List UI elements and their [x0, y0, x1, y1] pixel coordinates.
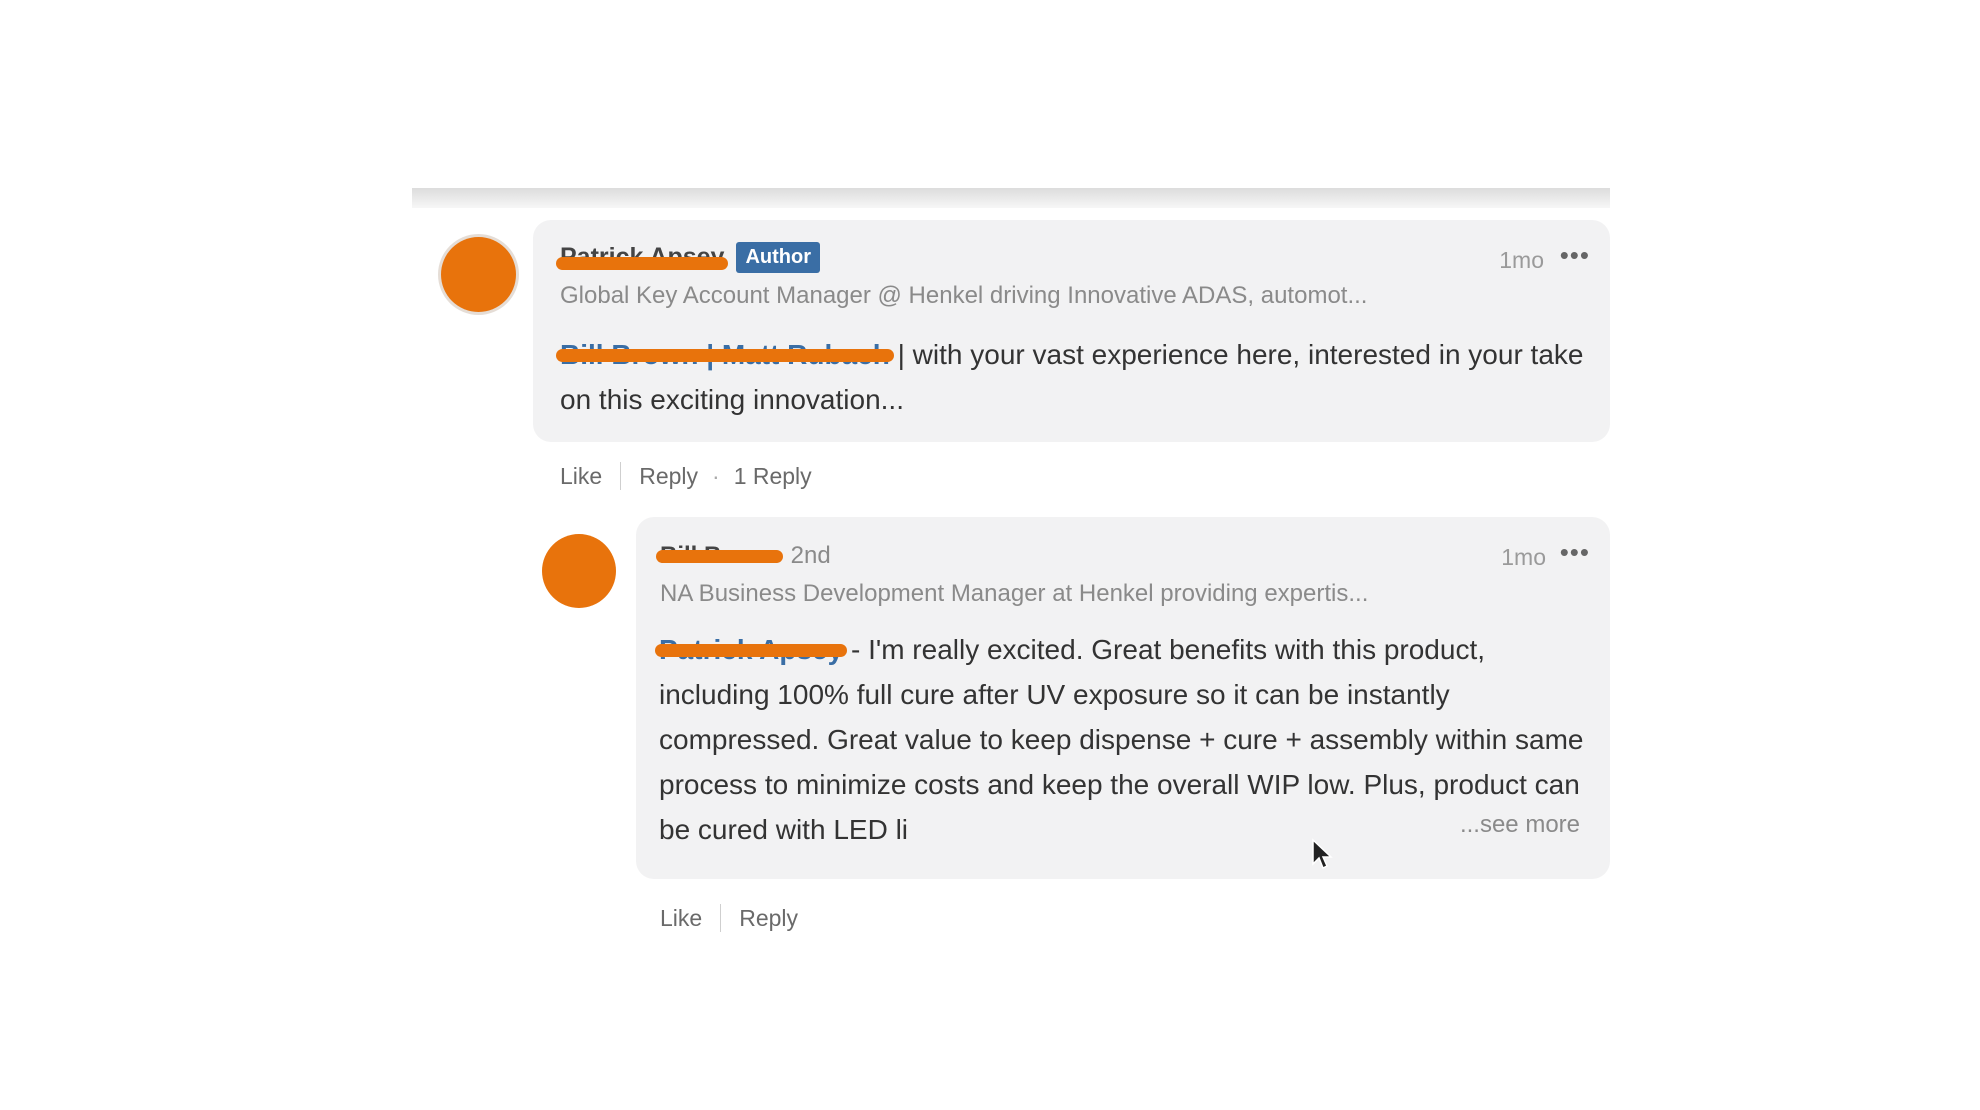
comment-timestamp: 1mo [1501, 544, 1546, 570]
see-more-link[interactable]: ...see more [1460, 811, 1580, 839]
comment-text: Patrick Apsey - I'm really excited. Grea… [655, 627, 1589, 852]
mention-link[interactable]: Bill Brown | Matt Rubach [556, 332, 894, 377]
author-name[interactable]: Bill Brown [656, 542, 783, 570]
comments-panel-top-divider [412, 188, 1610, 208]
redaction-mark [655, 644, 848, 657]
comment-bubble: Patrick Apsey Author Global Key Account … [533, 220, 1610, 442]
reply-button[interactable]: Reply [639, 463, 698, 490]
author-badge: Author [736, 242, 820, 273]
separator-dot: · [712, 462, 720, 489]
comment-header: Bill Brown 2nd [656, 542, 831, 570]
avatar[interactable] [441, 237, 516, 312]
mouse-cursor-icon [1312, 838, 1333, 870]
like-button[interactable]: Like [660, 905, 702, 932]
author-headline: NA Business Development Manager at Henke… [660, 580, 1369, 607]
connection-degree: 2nd [790, 542, 831, 569]
like-button[interactable]: Like [560, 463, 602, 490]
comment-actions: Like Reply · 1 Reply [560, 462, 812, 490]
mention-link[interactable]: Patrick Apsey [655, 627, 848, 672]
comment-actions: Like Reply [660, 904, 798, 932]
redaction-mark [556, 349, 894, 362]
comment-timestamp: 1mo [1499, 247, 1544, 273]
redaction-mark [656, 550, 783, 563]
ellipsis-icon[interactable]: ••• [1560, 537, 1590, 568]
ellipsis-icon[interactable]: ••• [1560, 240, 1590, 271]
comment-header: Patrick Apsey Author [556, 242, 820, 273]
reply-count-link[interactable]: 1 Reply [734, 463, 812, 490]
divider [720, 904, 722, 932]
reply-bubble: Bill Brown 2nd NA Business Development M… [636, 517, 1610, 879]
author-name[interactable]: Patrick Apsey [556, 243, 729, 272]
divider [620, 462, 622, 490]
author-headline: Global Key Account Manager @ Henkel driv… [560, 282, 1368, 309]
reply-button[interactable]: Reply [739, 905, 798, 932]
avatar[interactable] [542, 534, 616, 608]
comment-text: Bill Brown | Matt Rubach | with your vas… [556, 332, 1590, 422]
redaction-mark [556, 257, 729, 270]
